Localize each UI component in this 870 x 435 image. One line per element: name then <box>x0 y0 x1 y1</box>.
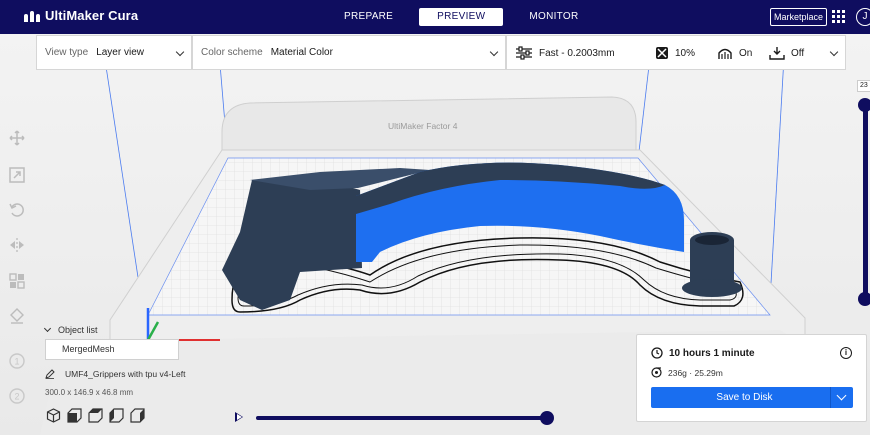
print-output-panel: 10 hours 1 minute i 236g · 25.29m Save t… <box>636 334 867 422</box>
view-type-selector[interactable]: View type Layer view <box>36 35 192 70</box>
chevron-down-icon <box>829 47 839 57</box>
save-to-disk-label: Save to Disk <box>716 392 773 403</box>
print-time-row: 10 hours 1 minute <box>651 347 755 359</box>
ultimaker-logo-icon <box>24 10 40 22</box>
chevron-down-icon[interactable] <box>831 387 853 408</box>
object-list-toggle[interactable]: Object list <box>43 324 98 335</box>
tab-prepare[interactable]: PREPARE <box>330 8 407 26</box>
clock-icon <box>651 347 663 359</box>
spool-icon <box>651 367 662 378</box>
printer-name: UltiMaker Factor 4 <box>388 121 458 131</box>
infill-item: 10% <box>655 46 695 60</box>
app-header: UltiMaker Cura PREPARE PREVIEW MONITOR M… <box>0 0 870 34</box>
profile-item: Fast - 0.2003mm <box>515 46 615 60</box>
per-model-settings-icon[interactable] <box>8 272 26 290</box>
stage-tabs: PREPARE PREVIEW MONITOR <box>330 8 593 26</box>
layer-slider-track[interactable] <box>863 100 868 300</box>
chevron-down-icon <box>175 47 185 57</box>
svg-text:2: 2 <box>15 392 20 402</box>
camera-view-buttons <box>46 408 145 423</box>
print-settings-selector[interactable]: Fast - 0.2003mm 10% On Off <box>506 35 846 70</box>
user-avatar[interactable]: J <box>856 8 870 26</box>
infill-icon <box>656 47 668 59</box>
chevron-down-icon <box>489 47 499 57</box>
extruder-1-icon[interactable]: 1 <box>8 352 26 370</box>
top-view-icon[interactable] <box>88 408 103 423</box>
layer-slider-upper-handle[interactable] <box>858 98 870 112</box>
infill-value: 10% <box>675 47 696 59</box>
print-time: 10 hours 1 minute <box>669 347 755 359</box>
svg-text:1: 1 <box>15 357 20 367</box>
object-list-item[interactable]: MergedMesh <box>45 339 179 360</box>
right-view-icon[interactable] <box>130 408 145 423</box>
job-filename: UMF4_Grippers with tpu v4-Left <box>65 369 186 379</box>
support-icon <box>718 48 732 59</box>
tab-monitor[interactable]: MONITOR <box>515 8 592 26</box>
extruder-2-icon[interactable]: 2 <box>8 387 26 405</box>
color-scheme-label: Color scheme <box>201 47 263 58</box>
chevron-down-icon <box>43 324 52 333</box>
model-dimensions: 300.0 x 146.9 x 46.8 mm <box>45 388 134 397</box>
marketplace-button[interactable]: Marketplace <box>770 8 828 26</box>
app-logo: UltiMaker Cura <box>24 8 138 23</box>
rotate-icon[interactable] <box>8 201 26 219</box>
sliders-icon <box>516 46 532 60</box>
material-usage-row: 236g · 25.29m <box>651 367 723 378</box>
profile-value: Fast - 0.2003mm <box>539 47 615 59</box>
play-icon[interactable] <box>235 412 243 422</box>
scale-icon[interactable] <box>8 166 26 184</box>
path-slider-track[interactable] <box>256 416 548 420</box>
front-view-icon[interactable] <box>67 408 82 423</box>
color-scheme-value: Material Color <box>270 47 333 58</box>
pencil-icon[interactable] <box>45 369 55 379</box>
settings-bar: View type Layer view Color scheme Materi… <box>36 35 846 70</box>
layer-slider-lower-handle[interactable] <box>858 292 870 306</box>
info-icon[interactable]: i <box>840 347 852 359</box>
apps-grid-icon[interactable] <box>832 10 845 23</box>
save-to-disk-button[interactable]: Save to Disk <box>651 387 853 408</box>
material-usage: 236g · 25.29m <box>668 367 723 378</box>
view-type-value: Layer view <box>96 47 144 58</box>
support-blocker-icon[interactable] <box>8 307 26 325</box>
move-icon[interactable] <box>8 129 26 147</box>
app-title: UltiMaker Cura <box>45 8 139 23</box>
layer-number-input[interactable]: 23 <box>857 80 870 92</box>
mirror-icon[interactable] <box>8 236 26 254</box>
3d-view-icon[interactable] <box>46 408 61 423</box>
adhesion-icon <box>769 47 785 60</box>
color-scheme-selector[interactable]: Color scheme Material Color <box>192 35 506 70</box>
adhesion-value: Off <box>791 47 805 59</box>
left-view-icon[interactable] <box>109 408 124 423</box>
job-name[interactable]: UMF4_Grippers with tpu v4-Left <box>45 369 185 379</box>
adhesion-item: Off <box>769 46 804 60</box>
view-type-label: View type <box>45 47 89 58</box>
object-list-title: Object list <box>58 325 98 335</box>
path-slider-handle[interactable] <box>540 411 554 425</box>
tab-preview[interactable]: PREVIEW <box>419 8 504 26</box>
support-value: On <box>739 47 753 59</box>
support-item: On <box>717 46 752 60</box>
